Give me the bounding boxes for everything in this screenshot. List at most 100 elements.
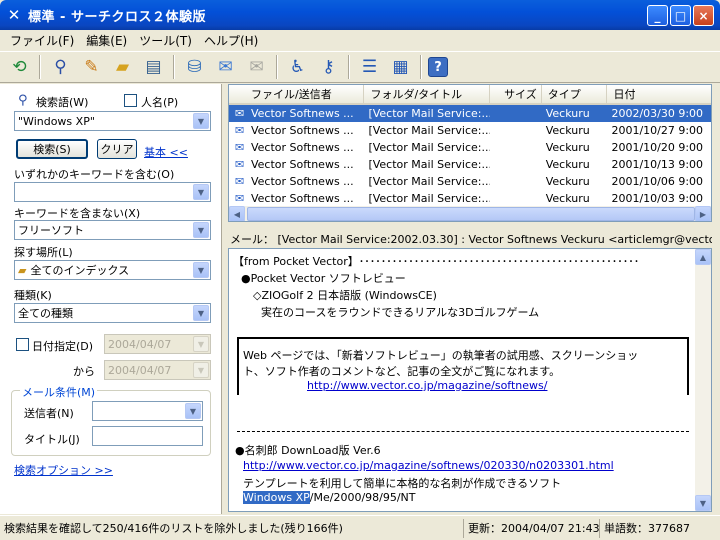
toolbar-separator [276, 55, 278, 79]
cell-sender: Vector Softnews ... [250, 107, 354, 120]
menu-file[interactable]: ファイル(F) [4, 32, 80, 49]
column-title[interactable]: フォルダ/タイトル [364, 85, 490, 103]
chevron-down-icon[interactable]: ▼ [193, 222, 209, 238]
column-sender[interactable]: ファイル/送信者 [229, 85, 365, 103]
cell-date: 2001/10/13 9:00 [611, 158, 704, 171]
table-row[interactable]: ✉ Vector Softnews ... [Vector Mail Service… [229, 139, 711, 156]
type-label: 種類(K) [14, 289, 52, 302]
title-input[interactable] [92, 426, 203, 446]
mail-fetch-icon[interactable]: ✉ [212, 54, 239, 81]
index-icon[interactable]: ✎ [78, 54, 105, 81]
sender-combo[interactable]: ▼ [92, 401, 203, 421]
cell-title: [Vector Mail Service:... [368, 175, 490, 188]
mail-icon: ✉ [235, 192, 245, 205]
title-field-label: タイトル(J) [24, 433, 80, 446]
scroll-up-icon[interactable]: ▲ [695, 249, 711, 265]
cell-title: [Vector Mail Service:... [368, 107, 490, 120]
mail-fetch-disabled-icon: ✉ [249, 57, 264, 77]
basic-link[interactable]: 基本 << [144, 144, 188, 160]
menu-tools[interactable]: ツール(T) [133, 32, 198, 49]
find-icon[interactable]: ⚲ [47, 54, 74, 81]
search-term-label: 検索語(W) [36, 96, 89, 109]
preview-line-rest: /Me/2000/98/95/NT [309, 491, 416, 504]
location-value: 全てのインデックス [30, 264, 130, 277]
search-options-link[interactable]: 検索オプション >> [14, 462, 113, 478]
maximize-button[interactable]: □ [670, 5, 691, 26]
chevron-down-icon[interactable]: ▼ [193, 262, 209, 278]
cell-date: 2001/10/03 9:00 [611, 192, 704, 205]
table-row[interactable]: ✉ Vector Softnews ... [Vector Mail Service… [229, 173, 711, 190]
clear-button[interactable]: クリア [97, 139, 137, 159]
help-icon[interactable]: ? [428, 57, 448, 77]
settings-icon[interactable]: ▤ [140, 54, 167, 81]
preview-line: Web ページでは、「新着ソフトレビュー」の執筆者の試用感、スクリーンショッ [243, 349, 639, 362]
window-title: 標準 - サーチクロス２体験版 [28, 9, 206, 25]
preview-line: テンプレートを利用して簡単に本格的な名刺が作成できるソフト [243, 477, 562, 490]
chevron-down-icon[interactable]: ▼ [193, 184, 209, 200]
type-value: 全ての種類 [18, 307, 73, 320]
table-row[interactable]: ✉ Vector Softnews ... [Vector Mail Service… [229, 122, 711, 139]
chevron-down-icon[interactable]: ▼ [193, 305, 209, 321]
refresh-icon[interactable]: ⟲ [6, 54, 33, 81]
title-bar: ✕ 標準 - サーチクロス２体験版 _ □ × [0, 0, 720, 30]
table-row[interactable]: ✉ Vector Softnews ... [Vector Mail Service… [229, 156, 711, 173]
mail-icon: ✉ [235, 158, 245, 171]
chevron-down-icon[interactable]: ▼ [193, 113, 209, 129]
scroll-thumb[interactable] [247, 207, 695, 221]
date-to-combo: 2004/04/07 ▼ [104, 360, 211, 380]
chevron-down-icon[interactable]: ▼ [185, 403, 201, 419]
person-name-label: 人名(P) [141, 96, 179, 109]
preview-link[interactable]: http://www.vector.co.jp/magazine/softnew… [243, 459, 614, 472]
list-header: ファイル/送信者 フォルダ/タイトル サイズ タイプ 日付 [229, 85, 711, 105]
preview-pane[interactable]: 【from Pocket Vector】････････････････････… [228, 248, 712, 512]
scroll-down-icon[interactable]: ▼ [695, 495, 711, 511]
vertical-scrollbar[interactable]: ▲ ▼ [695, 249, 711, 511]
preview-link[interactable]: http://www.vector.co.jp/magazine/softnew… [307, 379, 547, 392]
search-magnifier-icon: ⚲ [18, 93, 28, 108]
menu-edit[interactable]: 編集(E) [80, 32, 133, 49]
status-word-count: 単語数：377687 [604, 522, 690, 535]
cell-title: [Vector Mail Service:... [368, 192, 490, 205]
menu-help[interactable]: ヘルプ(H) [198, 32, 264, 49]
date-label: 日付指定(D) [32, 340, 94, 353]
server-icon[interactable]: ⛁ [181, 54, 208, 81]
column-size[interactable]: サイズ [490, 85, 542, 103]
exclude-keyword-combo[interactable]: フリーソフト ▼ [14, 220, 211, 240]
detail-view-icon[interactable]: ▦ [387, 54, 414, 81]
highlighted-keyword: Windows XP [243, 491, 310, 504]
scroll-right-icon[interactable]: ▶ [695, 206, 711, 221]
chevron-down-icon: ▼ [193, 336, 209, 352]
search-button[interactable]: 検索(S) [16, 139, 88, 159]
preview-line: 実在のコースをラウンドできるリアルな3Dゴルフゲーム [261, 306, 540, 319]
list-view-icon[interactable]: ☰ [356, 54, 383, 81]
table-row[interactable]: ✉ Vector Softnews ... [Vector Mail Service… [229, 105, 711, 122]
person-name-checkbox[interactable] [124, 94, 137, 107]
minimize-button[interactable]: _ [647, 5, 668, 26]
mail-icon: ✉ [235, 141, 245, 154]
accessibility-icon[interactable]: ♿ [284, 54, 311, 81]
close-button[interactable]: × [693, 5, 714, 26]
cell-type: Veckuru [545, 192, 590, 205]
horizontal-scrollbar[interactable]: ◀ ▶ [229, 205, 711, 221]
any-keyword-combo[interactable]: ▼ [14, 182, 211, 202]
cell-date: 2001/10/06 9:00 [611, 175, 704, 188]
scroll-left-icon[interactable]: ◀ [229, 206, 245, 221]
column-date[interactable]: 日付 [607, 85, 711, 103]
toolbar: ⟲ ⚲ ✎ ▰ ▤ ⛁ ✉ ✉ ♿ ⚷ ☰ ▦ ? [0, 51, 720, 83]
preview-line: ◇ZIOGolf 2 日本語版 (WindowsCE) [253, 289, 437, 302]
result-list: ファイル/送信者 フォルダ/タイトル サイズ タイプ 日付 ✉ Vector So… [228, 84, 712, 222]
column-type[interactable]: タイプ [542, 85, 608, 103]
folder-open-icon[interactable]: ▰ [109, 54, 136, 81]
search-query-combo[interactable]: "Windows XP" ▼ [14, 111, 211, 131]
toolbar-separator [420, 55, 422, 79]
preview-line: ●名刺郎 DownLoad版 Ver.6 [235, 444, 381, 457]
location-combo[interactable]: ▰ 全てのインデックス ▼ [14, 260, 211, 280]
date-checkbox[interactable] [16, 338, 29, 351]
list-rows: ✉ Vector Softnews ... [Vector Mail Service… [229, 105, 711, 207]
date-to-value: 2004/04/07 [108, 363, 172, 377]
cell-type: Veckuru [545, 141, 590, 154]
mail-icon: ✉ [235, 175, 245, 188]
status-bar: 検索結果を確認して250/416件のリストを除外しました(残り166件) 更新：… [0, 515, 720, 540]
type-combo[interactable]: 全ての種類 ▼ [14, 303, 211, 323]
key-icon[interactable]: ⚷ [315, 54, 342, 81]
